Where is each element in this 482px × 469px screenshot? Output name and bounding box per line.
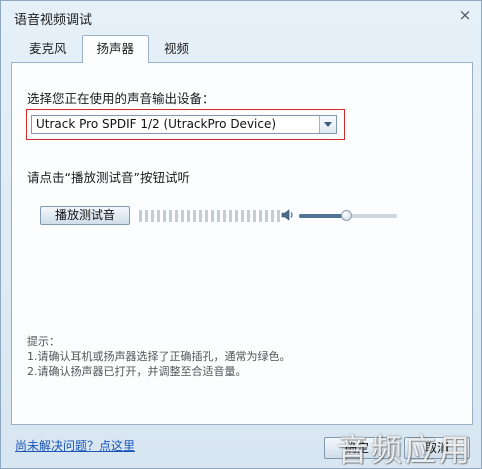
meter-bar: [175, 210, 178, 222]
tab-speaker[interactable]: 扬声器: [81, 35, 150, 63]
meter-bar: [169, 210, 172, 222]
title-bar: 语音视频调试 ×: [1, 1, 481, 33]
meter-bar: [139, 210, 142, 222]
meter-bar: [265, 210, 268, 222]
meter-bar: [211, 210, 214, 222]
meter-bar: [163, 210, 166, 222]
meter-bar: [199, 210, 202, 222]
meter-bar: [229, 210, 232, 222]
test-label: 请点击“播放测试音”按钮试听: [27, 170, 190, 185]
ok-button[interactable]: 确定: [324, 437, 390, 459]
meter-bar: [253, 210, 256, 222]
hint-line-2: 2.请确认扬声器已打开，并调整至合适音量。: [27, 365, 247, 378]
meter-bar: [247, 210, 250, 222]
volume-slider[interactable]: [299, 210, 397, 221]
speaker-icon[interactable]: [280, 207, 296, 223]
meter-bar: [223, 210, 226, 222]
hints-title: 提示：: [27, 335, 60, 348]
close-icon[interactable]: ×: [458, 8, 472, 23]
cancel-button[interactable]: 取消: [404, 437, 470, 459]
meter-bar: [259, 210, 262, 222]
output-device-select[interactable]: Utrack Pro SPDIF 1/2 (UtrackPro Device): [31, 115, 337, 134]
meter-bar: [241, 210, 244, 222]
window-title: 语音视频调试: [14, 13, 93, 28]
meter-bar: [235, 210, 238, 222]
output-level-meter: [139, 210, 280, 222]
meter-bar: [193, 210, 196, 222]
play-test-sound-button[interactable]: 播放测试音: [40, 206, 130, 225]
volume-slider-fill: [299, 214, 347, 218]
meter-bar: [181, 210, 184, 222]
chevron-down-icon[interactable]: [319, 116, 336, 133]
selected-device: Utrack Pro SPDIF 1/2 (UtrackPro Device): [36, 117, 277, 131]
meter-bar: [151, 210, 154, 222]
meter-bar: [157, 210, 160, 222]
device-label: 选择您正在使用的声音输出设备：: [27, 91, 215, 106]
meter-bar: [217, 210, 220, 222]
meter-bar: [205, 210, 208, 222]
tab-bar: 麦克风 扬声器 视频: [14, 35, 204, 63]
tab-video[interactable]: 视频: [149, 35, 204, 62]
hints: 提示： 1.请确认耳机或扬声器选择了正确插孔，通常为绿色。 2.请确认扬声器已打…: [27, 334, 291, 379]
volume-slider-thumb[interactable]: [341, 210, 353, 221]
meter-bar: [271, 210, 274, 222]
dialog-window: 语音视频调试 × 麦克风 扬声器 视频 选择您正在使用的声音输出设备： Utra…: [0, 0, 482, 469]
meter-bar: [145, 210, 148, 222]
hint-line-1: 1.请确认耳机或扬声器选择了正确插孔，通常为绿色。: [27, 350, 291, 363]
help-link[interactable]: 尚未解决问题？点这里: [15, 437, 135, 454]
tab-microphone[interactable]: 麦克风: [14, 35, 82, 62]
meter-bar: [187, 210, 190, 222]
highlight-frame: Utrack Pro SPDIF 1/2 (UtrackPro Device): [26, 109, 345, 140]
speaker-panel: 选择您正在使用的声音输出设备： Utrack Pro SPDIF 1/2 (Ut…: [11, 62, 473, 425]
